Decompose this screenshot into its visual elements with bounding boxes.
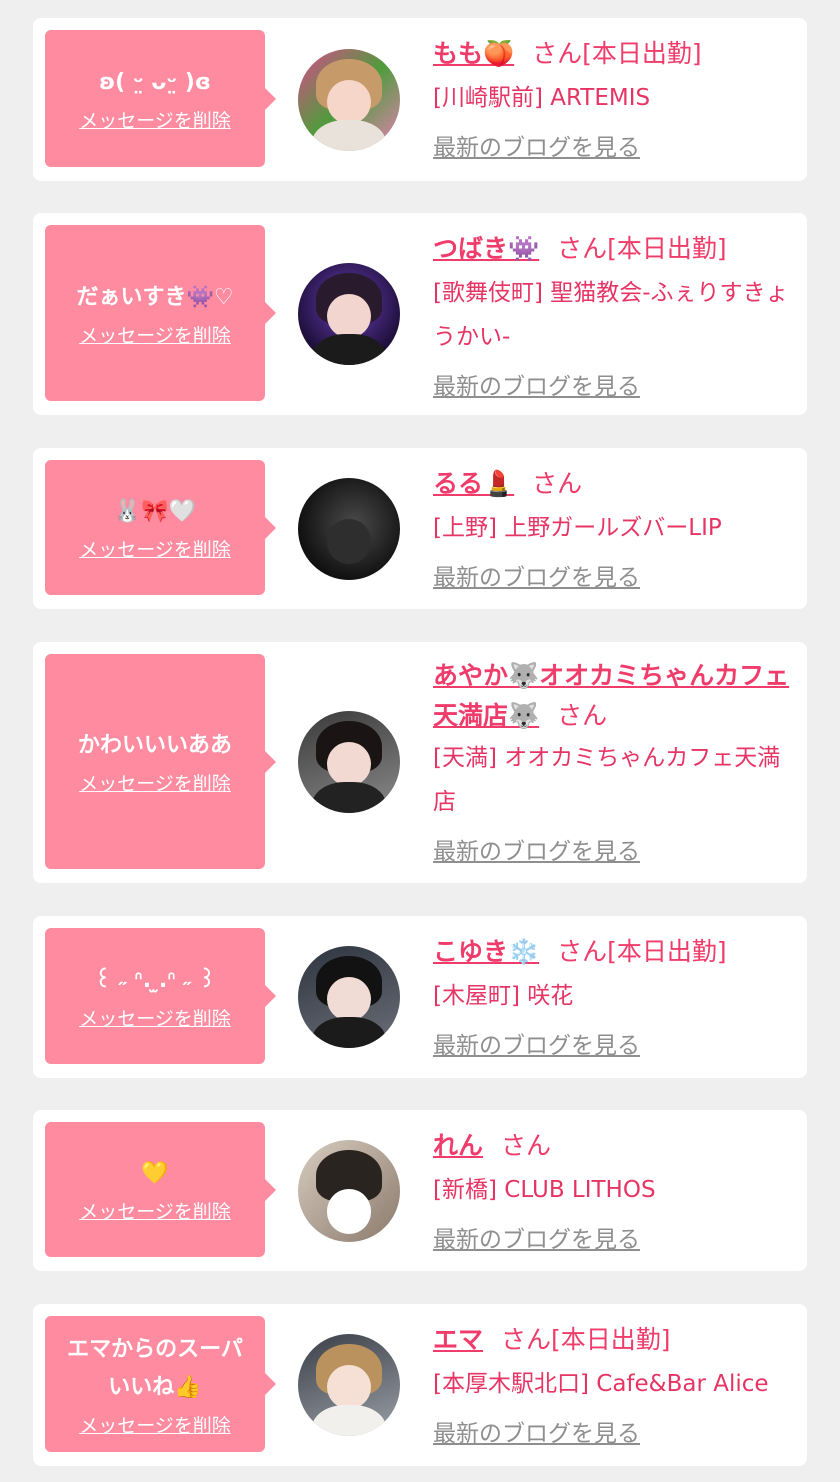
message-text: ꒰ ˶ ᐢ. ̫.ᐢ ˶ ꒱ [94, 967, 216, 993]
message-bubble: だぁいすき👾♡ メッセージを削除 [45, 225, 276, 401]
delete-message-link[interactable]: メッセージを削除 [79, 1197, 231, 1224]
message-card: エマからのスーパいいね👍 メッセージを削除 エマ さん[本日出勤] [本厚木駅北口… [33, 1304, 807, 1466]
message-text: かわいいいああ [77, 733, 232, 758]
avatar[interactable] [298, 263, 400, 365]
name-line: エマ さん[本日出勤] [433, 1318, 793, 1362]
delete-message-link[interactable]: メッセージを削除 [79, 535, 231, 562]
cast-name-link[interactable]: エマ [433, 1325, 483, 1354]
name-suffix: さん[本日出勤] [532, 39, 702, 68]
message-text: エマからのスーパいいね👍 [67, 1336, 243, 1400]
message-bubble: 🐰🎀🤍 メッセージを削除 [45, 460, 276, 595]
latest-blog-link[interactable]: 最新のブログを見る [433, 1220, 793, 1254]
shop-text: [木屋町] 咲花 [433, 983, 574, 1009]
message-text: 💛 [141, 1161, 169, 1186]
message-text: だぁいすき👾♡ [76, 284, 234, 310]
delete-message-link[interactable]: メッセージを削除 [79, 321, 231, 348]
message-card: ꒰ ˶ ᐢ. ̫.ᐢ ˶ ꒱ メッセージを削除 こゆき❄️ さん[本日出勤] [木… [33, 916, 807, 1078]
name-suffix: さん[本日出勤] [557, 937, 727, 966]
message-card: かわいいいああ メッセージを削除 あやか🐺オオカミちゃんカフェ天満店🐺 さん [天… [33, 642, 807, 883]
delete-message-link[interactable]: メッセージを削除 [79, 1411, 231, 1438]
name-suffix: さん [532, 469, 583, 498]
name-suffix: さん[本日出勤] [501, 1325, 671, 1354]
shop-text: [川崎駅前] ARTEMIS [433, 85, 651, 111]
card-info: れん さん [新橋] CLUB LITHOS 最新のブログを見る [433, 1124, 793, 1254]
delete-message-link[interactable]: メッセージを削除 [79, 1004, 231, 1031]
avatar[interactable] [298, 1140, 400, 1242]
message-card: だぁいすき👾♡ メッセージを削除 つばき👾 さん[本日出勤] [歌舞伎町] 聖猫教… [33, 213, 807, 415]
delete-message-link[interactable]: メッセージを削除 [79, 769, 231, 796]
message-bubble: エマからのスーパいいね👍 メッセージを削除 [45, 1316, 276, 1452]
message-card: 🐰🎀🤍 メッセージを削除 るる💄 さん [上野] 上野ガールズバーLIP 最新のブ… [33, 448, 807, 609]
card-info: つばき👾 さん[本日出勤] [歌舞伎町] 聖猫教会-ふぇりすきょうかい- 最新のブ… [433, 227, 793, 401]
delete-message-link[interactable]: メッセージを削除 [79, 106, 231, 133]
cast-name-link[interactable]: れん [433, 1131, 483, 1160]
cast-name-link[interactable]: こゆき❄️ [433, 937, 539, 966]
card-info: エマ さん[本日出勤] [本厚木駅北口] Cafe&Bar Alice 最新のブロ… [433, 1318, 793, 1448]
name-line: るる💄 さん [433, 462, 793, 506]
card-info: こゆき❄️ さん[本日出勤] [木屋町] 咲花 最新のブログを見る [433, 930, 793, 1060]
avatar[interactable] [298, 1334, 400, 1436]
name-line: こゆき❄️ さん[本日出勤] [433, 930, 793, 974]
name-line: あやか🐺オオカミちゃんカフェ天満店🐺 さん [433, 656, 793, 736]
avatar[interactable] [298, 711, 400, 813]
name-suffix: さん [557, 701, 608, 730]
message-bubble: 💛 メッセージを削除 [45, 1122, 276, 1257]
message-list: ʚ( ᵕ̤ ᴗᵕ̤ )ɞ メッセージを削除 もも🍑 さん[本日出勤] [川崎駅前]… [0, 0, 840, 1482]
cast-name-link[interactable]: るる💄 [433, 469, 514, 498]
message-bubble: ʚ( ᵕ̤ ᴗᵕ̤ )ɞ メッセージを削除 [45, 30, 276, 167]
latest-blog-link[interactable]: 最新のブログを見る [433, 832, 793, 866]
cast-name-link[interactable]: つばき👾 [433, 234, 539, 263]
name-line: れん さん [433, 1124, 793, 1168]
name-line: つばき👾 さん[本日出勤] [433, 227, 793, 271]
latest-blog-link[interactable]: 最新のブログを見る [433, 1026, 793, 1060]
avatar[interactable] [298, 49, 400, 151]
latest-blog-link[interactable]: 最新のブログを見る [433, 128, 793, 162]
message-bubble: ꒰ ˶ ᐢ. ̫.ᐢ ˶ ꒱ メッセージを削除 [45, 928, 276, 1064]
shop-text: [新橋] CLUB LITHOS [433, 1177, 656, 1203]
message-card: ʚ( ᵕ̤ ᴗᵕ̤ )ɞ メッセージを削除 もも🍑 さん[本日出勤] [川崎駅前]… [33, 18, 807, 181]
name-suffix: さん[本日出勤] [557, 234, 727, 263]
message-text: 🐰🎀🤍 [113, 499, 197, 524]
card-info: るる💄 さん [上野] 上野ガールズバーLIP 最新のブログを見る [433, 462, 793, 592]
cast-name-link[interactable]: もも🍑 [433, 39, 514, 68]
shop-text: [本厚木駅北口] Cafe&Bar Alice [433, 1371, 769, 1397]
avatar[interactable] [298, 478, 400, 580]
card-info: もも🍑 さん[本日出勤] [川崎駅前] ARTEMIS 最新のブログを見る [433, 32, 793, 162]
shop-text: [天満] オオカミちゃんカフェ天満店 [433, 745, 781, 815]
message-text: ʚ( ᵕ̤ ᴗᵕ̤ )ɞ [99, 70, 211, 95]
avatar[interactable] [298, 946, 400, 1048]
shop-text: [上野] 上野ガールズバーLIP [433, 515, 722, 541]
shop-text: [歌舞伎町] 聖猫教会-ふぇりすきょうかい- [433, 280, 789, 350]
message-bubble: かわいいいああ メッセージを削除 [45, 654, 276, 869]
latest-blog-link[interactable]: 最新のブログを見る [433, 558, 793, 592]
latest-blog-link[interactable]: 最新のブログを見る [433, 367, 793, 401]
name-line: もも🍑 さん[本日出勤] [433, 32, 793, 76]
card-info: あやか🐺オオカミちゃんカフェ天満店🐺 さん [天満] オオカミちゃんカフェ天満店 … [433, 656, 793, 866]
name-suffix: さん [501, 1131, 552, 1160]
cast-name-link[interactable]: あやか🐺オオカミちゃんカフェ天満店🐺 [433, 661, 789, 730]
message-card: 💛 メッセージを削除 れん さん [新橋] CLUB LITHOS 最新のブログを… [33, 1110, 807, 1271]
latest-blog-link[interactable]: 最新のブログを見る [433, 1414, 793, 1448]
